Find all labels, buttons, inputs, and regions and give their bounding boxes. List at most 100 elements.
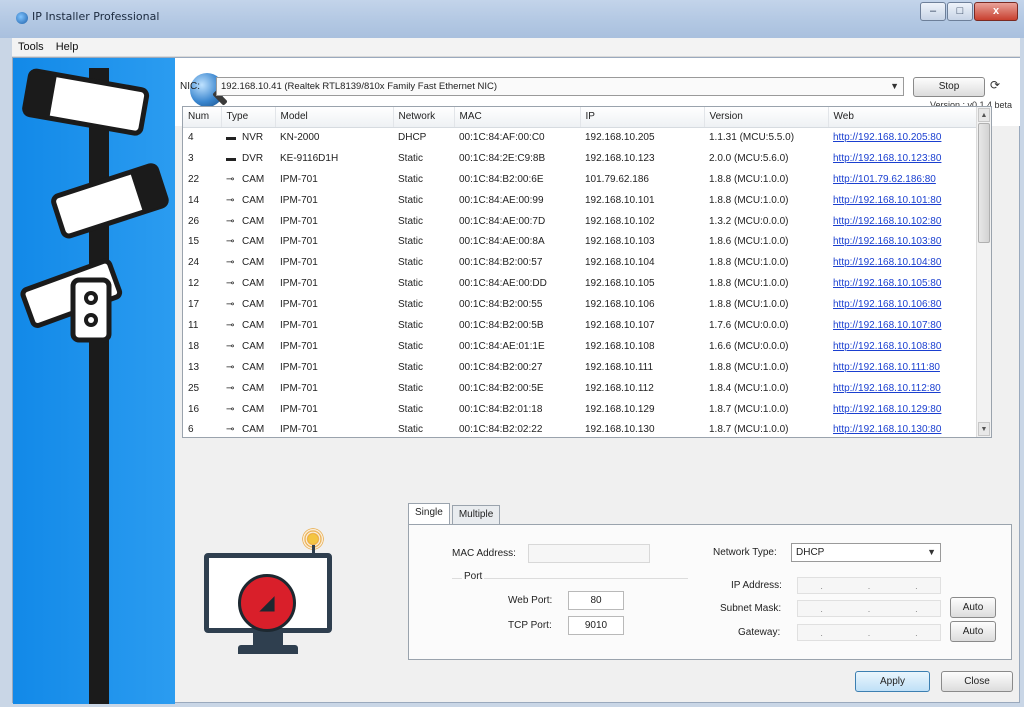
cell-web[interactable]: http://192.168.10.205:80: [828, 127, 978, 148]
device-type: CAM: [242, 278, 265, 290]
minimize-button[interactable]: –: [920, 2, 946, 21]
web-link[interactable]: http://192.168.10.129:80: [833, 404, 941, 415]
table-row[interactable]: 26 ⊸ CAM IPM-701 Static 00:1C:84:AE:00:7D 192.…: [183, 211, 978, 232]
cell-num: 3: [188, 152, 194, 164]
col-version-header[interactable]: Version: [704, 107, 829, 128]
cell-network: Static: [398, 278, 424, 290]
web-link[interactable]: http://192.168.10.123:80: [833, 153, 941, 164]
tcp-port-input[interactable]: 9010: [568, 616, 624, 635]
cell-num: 6: [188, 424, 194, 436]
cell-ip: 192.168.10.112: [585, 382, 654, 394]
col-type-header[interactable]: Type: [221, 107, 276, 128]
subnet-auto-button[interactable]: Auto: [950, 597, 996, 618]
gateway-field[interactable]: ...: [797, 624, 941, 641]
col-web-header[interactable]: Web: [828, 107, 979, 128]
col-mac-header[interactable]: MAC: [454, 107, 581, 128]
web-link[interactable]: http://192.168.10.130:80: [833, 424, 941, 435]
cell-mac: 00:1C:84:B2:00:55: [459, 299, 543, 311]
web-link[interactable]: http://192.168.10.101:80: [833, 195, 941, 206]
cell-network: Static: [398, 403, 424, 415]
cell-web[interactable]: http://192.168.10.101:80: [828, 190, 978, 211]
cell-web[interactable]: http://192.168.10.102:80: [828, 211, 978, 232]
cell-web[interactable]: http://192.168.10.106:80: [828, 294, 978, 315]
scroll-down-icon[interactable]: ▼: [978, 422, 990, 436]
web-link[interactable]: http://192.168.10.107:80: [833, 320, 941, 331]
cell-version: 1.6.6 (MCU:0.0.0): [709, 340, 789, 352]
web-port-input[interactable]: 80: [568, 591, 624, 610]
cell-ip: 192.168.10.123: [585, 152, 655, 164]
tab-multiple[interactable]: Multiple: [451, 505, 501, 524]
table-row[interactable]: 15 ⊸ CAM IPM-701 Static 00:1C:84:AE:00:8A 192.…: [183, 231, 978, 252]
device-type: CAM: [242, 257, 265, 269]
cell-web[interactable]: http://192.168.10.105:80: [828, 273, 978, 294]
table-row[interactable]: 12 ⊸ CAM IPM-701 Static 00:1C:84:AE:00:DD 192.…: [183, 273, 978, 294]
camera-icon: ⊸: [226, 382, 235, 394]
cell-web[interactable]: http://192.168.10.129:80: [828, 399, 978, 420]
cell-web[interactable]: http://192.168.10.130:80: [828, 419, 978, 437]
col-num-header[interactable]: Num: [183, 107, 222, 128]
cell-model: IPM-701: [280, 194, 318, 206]
cell-model: IPM-701: [280, 319, 318, 331]
app-icon: [16, 12, 28, 24]
col-network-header[interactable]: Network: [393, 107, 455, 128]
device-type: CAM: [242, 340, 265, 352]
table-row[interactable]: 22 ⊸ CAM IPM-701 Static 00:1C:84:B2:00:6E 101.…: [183, 169, 978, 190]
cell-version: 1.8.8 (MCU:1.0.0): [709, 278, 789, 290]
table-row[interactable]: 18 ⊸ CAM IPM-701 Static 00:1C:84:AE:01:1E 192.…: [183, 336, 978, 357]
cell-web[interactable]: http://192.168.10.123:80: [828, 148, 978, 169]
cell-web[interactable]: http://101.79.62.186:80: [828, 169, 978, 190]
scroll-up-icon[interactable]: ▲: [978, 108, 990, 122]
nic-dropdown[interactable]: 192.168.10.41 (Realtek RTL8139/810x Fami…: [216, 77, 904, 96]
col-ip-header[interactable]: IP: [580, 107, 705, 128]
cell-web[interactable]: http://192.168.10.112:80: [828, 378, 978, 399]
scroll-thumb[interactable]: [978, 123, 990, 243]
col-model-header[interactable]: Model: [275, 107, 394, 128]
cell-web[interactable]: http://192.168.10.103:80: [828, 231, 978, 252]
close-button[interactable]: Close: [941, 671, 1013, 692]
maximize-button[interactable]: □: [947, 2, 973, 21]
table-row[interactable]: 17 ⊸ CAM IPM-701 Static 00:1C:84:B2:00:55 192.…: [183, 294, 978, 315]
cell-ip: 192.168.10.130: [585, 424, 655, 436]
table-row[interactable]: 16 ⊸ CAM IPM-701 Static 00:1C:84:B2:01:18 192.…: [183, 399, 978, 420]
ip-address-field[interactable]: ...: [797, 577, 941, 594]
web-link[interactable]: http://192.168.10.102:80: [833, 216, 941, 227]
cell-web[interactable]: http://192.168.10.108:80: [828, 336, 978, 357]
network-type-dropdown[interactable]: DHCP ▼: [791, 543, 941, 562]
web-link[interactable]: http://192.168.10.103:80: [833, 236, 941, 247]
web-link[interactable]: http://192.168.10.106:80: [833, 299, 941, 310]
web-link[interactable]: http://192.168.10.105:80: [833, 278, 941, 289]
cell-ip: 192.168.10.102: [585, 215, 655, 227]
cell-web[interactable]: http://192.168.10.111:80: [828, 357, 978, 378]
web-link[interactable]: http://192.168.10.108:80: [833, 341, 941, 352]
table-row[interactable]: 13 ⊸ CAM IPM-701 Static 00:1C:84:B2:00:27 192.…: [183, 357, 978, 378]
stop-button[interactable]: Stop: [913, 77, 985, 97]
subnet-mask-field[interactable]: ...: [797, 600, 941, 617]
cell-model: IPM-701: [280, 361, 318, 373]
apply-button[interactable]: Apply: [855, 671, 930, 692]
cell-version: 1.8.6 (MCU:1.0.0): [709, 236, 789, 248]
menu-tools[interactable]: Tools: [12, 41, 50, 53]
web-link[interactable]: http://192.168.10.111:80: [833, 362, 940, 373]
menu-help[interactable]: Help: [50, 41, 85, 53]
table-row[interactable]: 25 ⊸ CAM IPM-701 Static 00:1C:84:B2:00:5E 192.…: [183, 378, 978, 399]
web-link[interactable]: http://192.168.10.104:80: [833, 257, 941, 268]
tab-single[interactable]: Single: [408, 503, 450, 524]
web-link[interactable]: http://192.168.10.205:80: [833, 132, 941, 143]
table-row[interactable]: 3 ▬ DVR KE-9116D1H Static 00:1C:84:2E:C9:8B 19…: [183, 148, 978, 169]
table-row[interactable]: 4 ▬ NVR KN-2000 DHCP 00:1C:84:AF:00:C0 192.168…: [183, 127, 978, 148]
table-row[interactable]: 6 ⊸ CAM IPM-701 Static 00:1C:84:B2:02:22 192.1…: [183, 419, 978, 437]
web-link[interactable]: http://101.79.62.186:80: [833, 174, 936, 185]
table-row[interactable]: 11 ⊸ CAM IPM-701 Static 00:1C:84:B2:00:5B 192.…: [183, 315, 978, 336]
camera-icon: ⊸: [226, 361, 235, 373]
table-scrollbar[interactable]: ▲ ▼: [976, 107, 991, 437]
cell-web[interactable]: http://192.168.10.107:80: [828, 315, 978, 336]
cell-web[interactable]: http://192.168.10.104:80: [828, 252, 978, 273]
web-link[interactable]: http://192.168.10.112:80: [833, 383, 941, 394]
mac-address-field[interactable]: [528, 544, 650, 563]
gateway-auto-button[interactable]: Auto: [950, 621, 996, 642]
table-row[interactable]: 24 ⊸ CAM IPM-701 Static 00:1C:84:B2:00:57 192.…: [183, 252, 978, 273]
cell-num: 16: [188, 403, 200, 415]
table-row[interactable]: 14 ⊸ CAM IPM-701 Static 00:1C:84:AE:00:99 192.…: [183, 190, 978, 211]
subnet-mask-label: Subnet Mask:: [720, 603, 782, 614]
close-window-button[interactable]: x: [974, 2, 1018, 21]
